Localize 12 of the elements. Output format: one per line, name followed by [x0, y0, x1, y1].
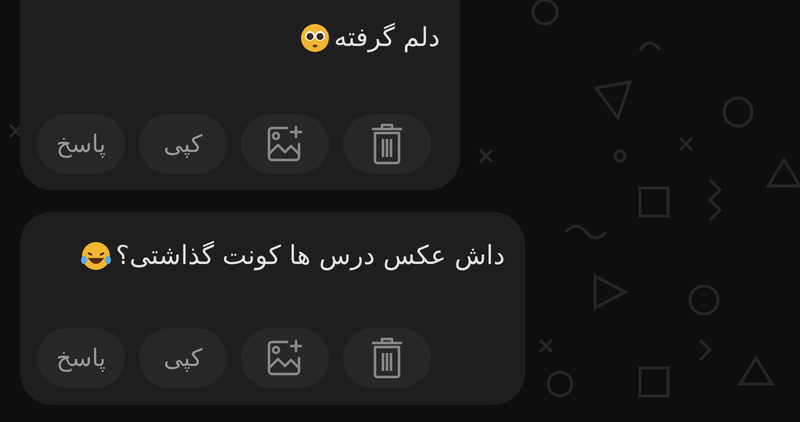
message-text: داش عکس درس ها کونت گذاشتی؟ [116, 240, 505, 273]
copy-button[interactable]: کپی [139, 328, 227, 388]
pleading-face-icon [300, 23, 330, 53]
add-image-icon [265, 338, 305, 378]
trash-icon [369, 337, 405, 379]
add-image-icon [265, 124, 305, 164]
message-text: دلم گرفته [334, 22, 440, 55]
laughing-face-icon [80, 241, 112, 271]
copy-button[interactable]: کپی [139, 114, 227, 174]
trash-icon [369, 123, 405, 165]
reply-button[interactable]: پاسخ [37, 114, 125, 174]
reply-button[interactable]: پاسخ [37, 328, 125, 388]
